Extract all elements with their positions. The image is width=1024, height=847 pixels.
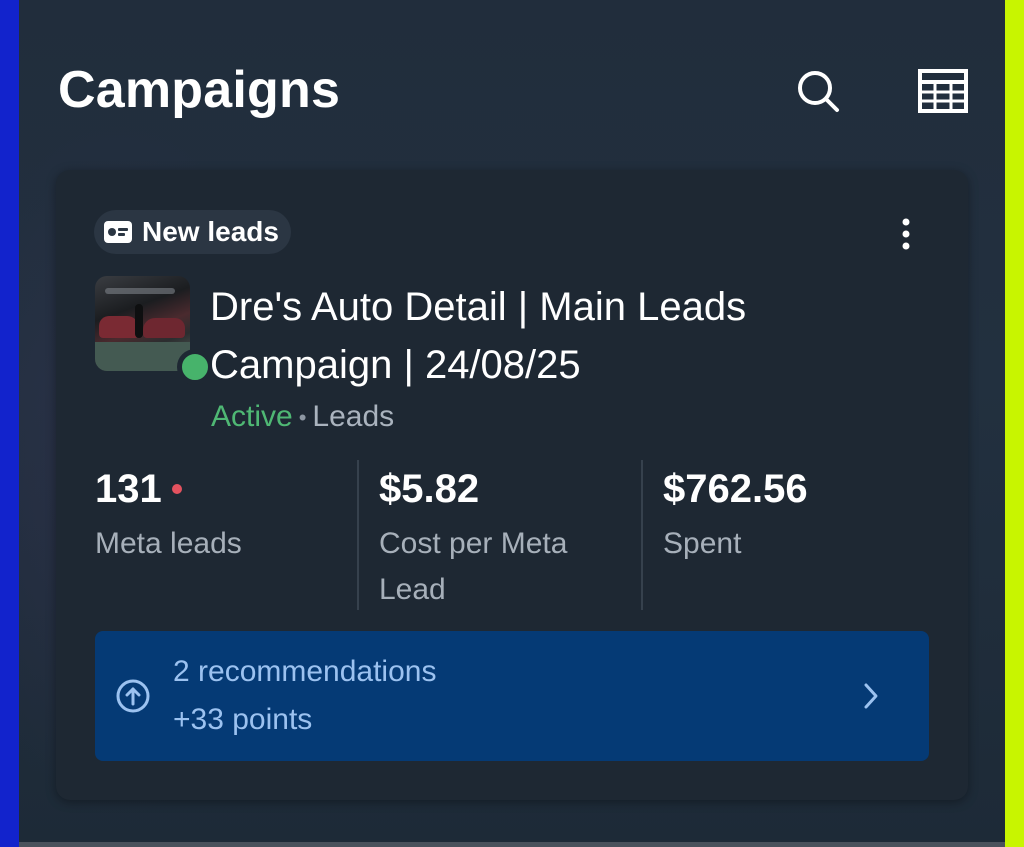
- campaign-name[interactable]: Dre's Auto Detail | Main Leads Campaign …: [210, 278, 850, 394]
- recommendations-title: 2 recommendations: [173, 655, 437, 688]
- campaign-status-line: Active • Leads: [211, 400, 394, 434]
- lead-card-icon: [104, 221, 132, 243]
- active-status-dot: [177, 349, 213, 385]
- metric-value: $5.82: [379, 466, 480, 511]
- objective-text: Leads: [312, 400, 395, 433]
- metric-cost-per-lead: $5.82 Cost per Meta Lead: [379, 465, 639, 613]
- campaign-card[interactable]: New leads Dre's Auto Detail | Main Leads…: [56, 170, 968, 800]
- metric-spent: $762.56 Spent: [663, 465, 923, 567]
- campaign-thumbnail: [95, 276, 190, 371]
- metric-value: $762.56: [663, 466, 808, 511]
- metric-divider: [357, 460, 359, 610]
- new-leads-badge: New leads: [94, 210, 291, 254]
- search-icon: [798, 71, 839, 112]
- metric-label: Cost per Meta Lead: [379, 527, 568, 606]
- status-text: Active: [211, 400, 293, 433]
- recommendations-points: +33 points: [173, 703, 313, 736]
- metric-value: 131: [95, 466, 162, 511]
- more-vertical-icon: [902, 218, 910, 250]
- arrow-up-circle-icon: [116, 679, 150, 713]
- right-edge-bar: [1005, 0, 1024, 847]
- badge-label: New leads: [142, 216, 279, 247]
- separator-dot: •: [298, 405, 307, 431]
- chevron-right-icon: [864, 683, 878, 709]
- left-edge-bar: [0, 0, 19, 847]
- page-title: Campaigns: [58, 61, 341, 119]
- recommendations-banner[interactable]: 2 recommendations +33 points: [95, 631, 929, 761]
- more-options-button[interactable]: [886, 212, 926, 256]
- metric-label: Spent: [663, 527, 742, 560]
- metric-meta-leads: 131 Meta leads: [95, 465, 355, 567]
- metric-label: Meta leads: [95, 527, 242, 560]
- campaigns-screen: Campaigns New leads Dre's Auto Detail | …: [19, 0, 1005, 847]
- bottom-divider: [19, 842, 1005, 847]
- metric-divider: [641, 460, 643, 610]
- notification-dot: [171, 484, 182, 494]
- table-view-icon: [918, 69, 968, 113]
- table-view-button[interactable]: [915, 63, 971, 119]
- search-button[interactable]: [790, 63, 846, 119]
